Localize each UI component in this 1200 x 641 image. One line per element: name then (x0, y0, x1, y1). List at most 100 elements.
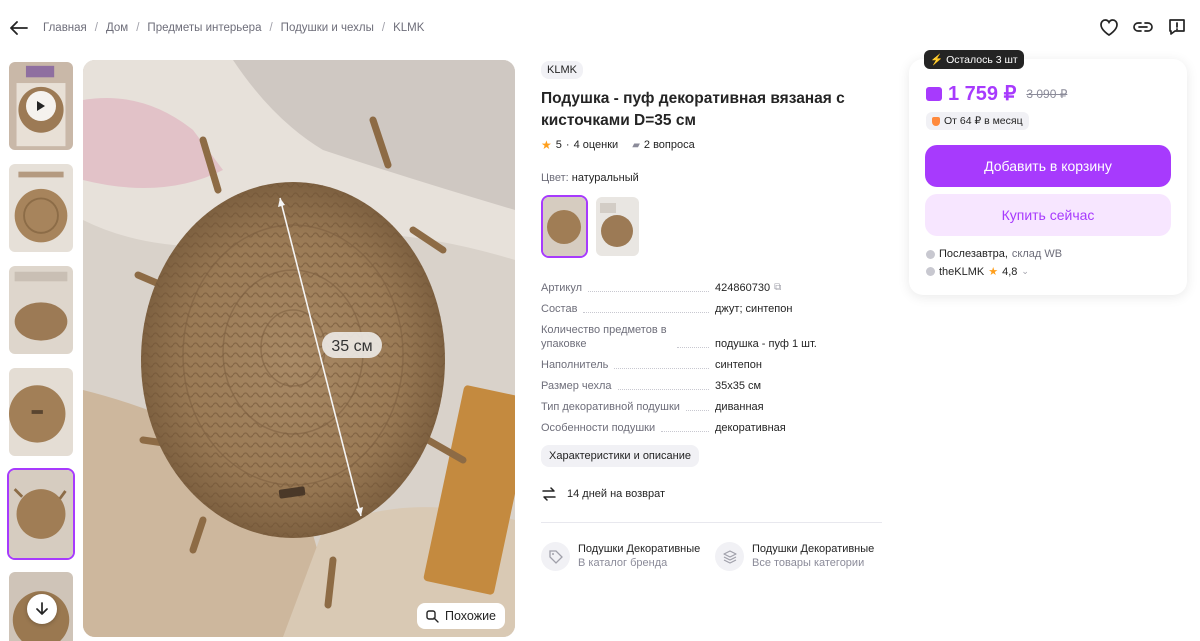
add-to-cart-button[interactable]: Добавить в корзину (925, 145, 1171, 187)
rating-separator: · (565, 139, 570, 151)
stock-badge: ⚡ Осталось 3 шт (924, 50, 1024, 69)
rating-value: 5 (555, 139, 562, 151)
report-button[interactable] (1166, 16, 1188, 38)
thumbnail-image (9, 266, 73, 354)
color-variant-natural[interactable] (541, 195, 588, 258)
color-value: натуральный (571, 172, 639, 184)
spec-leader (617, 389, 709, 390)
wallet-icon (926, 86, 942, 101)
price-row: 1 759 ₽ 3 090 ₽ (926, 81, 1067, 106)
delivery-info: Послезавтра, склад WB (926, 248, 1062, 260)
spec-name-text: Количество предметов в упаковке (541, 324, 667, 350)
star-icon: ★ (988, 266, 999, 278)
spec-leader (685, 410, 709, 411)
seller-link[interactable]: theKLMK ★ 4,8 ⌄ (926, 265, 1029, 278)
similar-button[interactable]: Похожие (416, 603, 505, 629)
category-link[interactable]: Подушки Декоративные Все товары категори… (715, 542, 877, 571)
play-icon (26, 91, 56, 121)
tag-icon (541, 542, 570, 571)
buy-now-button[interactable]: Купить сейчас (925, 194, 1171, 236)
spec-name-text: Особенности подушки (541, 422, 656, 434)
seller-name: theKLMK (939, 265, 985, 278)
layers-icon (715, 542, 744, 571)
spec-name: Особенности подушки (541, 421, 715, 435)
breadcrumb-item-home[interactable]: Главная (43, 22, 87, 34)
spec-value: синтепон (715, 359, 762, 371)
return-policy: 14 дней на возврат (541, 487, 665, 501)
thumbnail-video[interactable] (7, 60, 75, 152)
color-label-key: Цвет: (541, 172, 569, 184)
similar-button-label: Похожие (444, 609, 496, 623)
breadcrumb-item-brand[interactable]: KLMK (393, 22, 424, 34)
brand-chip[interactable]: KLMK (541, 61, 583, 79)
back-button[interactable] (6, 15, 32, 41)
product-title: Подушка - пуф декоративная вязаная с кис… (541, 90, 845, 129)
installment-text: От 64 ₽ в месяц (944, 115, 1023, 127)
spec-row: Количество предметов в упаковке подушка … (541, 323, 881, 351)
shield-icon (932, 116, 940, 126)
thumbnail-image (9, 164, 73, 252)
breadcrumb-item-pillows[interactable]: Подушки и чехлы (281, 22, 374, 34)
specs-table: Артикул 424860730 ⧉ Состав джут; синтепон… (541, 281, 881, 442)
category-title: Подушки Декоративные (752, 543, 875, 555)
spec-name-text: Размер чехла (541, 380, 612, 392)
spec-name-text: Артикул (541, 282, 583, 294)
star-icon: ★ (541, 138, 552, 152)
thumbnail-4[interactable] (7, 366, 75, 458)
spec-row: Состав джут; синтепон (541, 302, 881, 316)
brand-catalog-link[interactable]: Подушки Декоративные В каталог бренда (541, 542, 703, 571)
category-subtitle: Все товары категории (752, 557, 865, 569)
share-link-button[interactable] (1132, 16, 1154, 38)
thumbnail-5-selected[interactable] (7, 468, 75, 560)
main-product-image[interactable]: 35 см Похожие (83, 60, 515, 637)
spec-leader (583, 312, 709, 313)
report-icon (1169, 19, 1185, 35)
shop-icon (926, 267, 935, 276)
thumbnail-image (9, 470, 73, 558)
characteristics-button[interactable]: Характеристики и описание (541, 445, 699, 467)
breadcrumb-item-home-goods[interactable]: Дом (106, 22, 128, 34)
thumbnail-3[interactable] (7, 264, 75, 356)
breadcrumb-separator: / (381, 22, 386, 34)
arrow-down-icon (36, 602, 48, 615)
spec-value: 35х35 см (715, 380, 762, 392)
spec-leader (588, 291, 709, 292)
spec-row: Наполнитель синтепон (541, 358, 881, 372)
link-icon (1133, 22, 1153, 32)
rating-summary: ★ 5 · 4 оценки ▰ 2 вопроса (541, 138, 695, 152)
spec-leader (614, 368, 709, 369)
delivery-icon (926, 249, 935, 259)
similar-search-icon (426, 609, 439, 623)
variant-image (543, 197, 586, 256)
seller-rating: 4,8 (1002, 265, 1018, 278)
spec-leader (661, 431, 709, 432)
spec-name-text: Состав (541, 303, 578, 315)
spec-name: Наполнитель (541, 358, 715, 372)
breadcrumb-item-interior[interactable]: Предметы интерьера (147, 22, 261, 34)
thumbnail-strip (7, 60, 77, 641)
spec-name: Размер чехла (541, 379, 715, 393)
spec-name: Состав (541, 302, 715, 316)
copy-icon[interactable]: ⧉ (774, 281, 781, 295)
reviews-link[interactable]: 4 оценки (574, 139, 619, 151)
spec-leader (677, 347, 709, 348)
installment-badge[interactable]: От 64 ₽ в месяц (926, 112, 1029, 130)
spec-value: подушка - пуф 1 шт. (715, 338, 817, 350)
chevron-down-icon: ⌄ (1021, 266, 1029, 276)
delivery-source: склад WB (1011, 248, 1063, 260)
color-label: Цвет: натуральный (541, 172, 639, 184)
thumbnail-2[interactable] (7, 162, 75, 254)
thumbnails-scroll-down-button[interactable] (27, 594, 57, 624)
color-variant-2[interactable] (594, 195, 641, 258)
questions-icon: ▰ (632, 139, 640, 151)
spec-row: Артикул 424860730 ⧉ (541, 281, 881, 295)
stock-badge-text: Осталось 3 шт (946, 53, 1018, 66)
variant-image (596, 197, 639, 256)
spec-name-text: Наполнитель (541, 359, 609, 371)
breadcrumb-separator: / (269, 22, 273, 34)
return-text: 14 дней на возврат (567, 488, 665, 500)
questions-link[interactable]: 2 вопроса (644, 139, 695, 151)
spec-row: Особенности подушки декоративная (541, 421, 881, 435)
favorite-button[interactable] (1098, 16, 1120, 38)
spec-row: Размер чехла 35х35 см (541, 379, 881, 393)
